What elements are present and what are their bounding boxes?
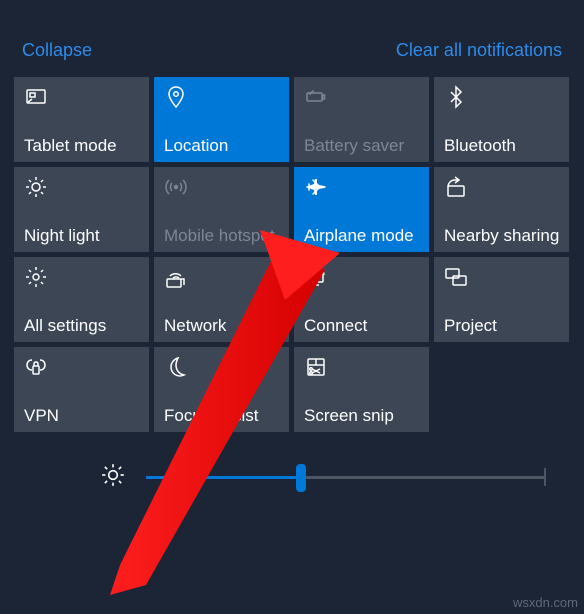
tile-connect[interactable]: Connect bbox=[294, 257, 429, 342]
tile-project[interactable]: Project bbox=[434, 257, 569, 342]
tile-label: Night light bbox=[24, 226, 139, 246]
tile-location[interactable]: Location bbox=[154, 77, 289, 162]
gear-icon bbox=[24, 265, 139, 291]
brightness-icon bbox=[100, 462, 126, 493]
tile-network[interactable]: Network bbox=[154, 257, 289, 342]
tile-night-light[interactable]: Night light bbox=[14, 167, 149, 252]
action-center-header: Collapse Clear all notifications bbox=[0, 0, 584, 77]
project-icon bbox=[444, 265, 559, 291]
tile-label: Screen snip bbox=[304, 406, 419, 426]
tile-label: Focus assist bbox=[164, 406, 279, 426]
tile-label: Location bbox=[164, 136, 279, 156]
tile-bluetooth[interactable]: Bluetooth bbox=[434, 77, 569, 162]
clear-notifications-link[interactable]: Clear all notifications bbox=[396, 40, 562, 61]
tile-label: Airplane mode bbox=[304, 226, 419, 246]
wifi-icon bbox=[164, 265, 279, 291]
brightness-row bbox=[0, 432, 584, 503]
tile-label: Tablet mode bbox=[24, 136, 139, 156]
watermark: wsxdn.com bbox=[513, 595, 578, 610]
battery-icon bbox=[304, 85, 419, 111]
tile-label: Project bbox=[444, 316, 559, 336]
bluetooth-icon bbox=[444, 85, 559, 111]
location-icon bbox=[164, 85, 279, 111]
snip-icon bbox=[304, 355, 419, 381]
brightness-slider-fill bbox=[146, 476, 301, 479]
tile-label: VPN bbox=[24, 406, 139, 426]
brightness-slider[interactable] bbox=[146, 476, 544, 479]
sun-icon bbox=[24, 175, 139, 201]
collapse-link[interactable]: Collapse bbox=[22, 40, 92, 61]
tile-vpn[interactable]: VPN bbox=[14, 347, 149, 432]
hotspot-icon bbox=[164, 175, 279, 201]
tile-nearby-sharing[interactable]: Nearby sharing bbox=[434, 167, 569, 252]
tile-label: Connect bbox=[304, 316, 419, 336]
tile-airplane-mode[interactable]: Airplane mode bbox=[294, 167, 429, 252]
tile-label: Network bbox=[164, 316, 279, 336]
airplane-icon bbox=[304, 175, 419, 201]
brightness-slider-thumb[interactable] bbox=[296, 464, 306, 492]
tile-screen-snip[interactable]: Screen snip bbox=[294, 347, 429, 432]
tile-tablet-mode[interactable]: Tablet mode bbox=[14, 77, 149, 162]
tile-label: Battery saver bbox=[304, 136, 419, 156]
tablet-icon bbox=[24, 85, 139, 111]
share-icon bbox=[444, 175, 559, 201]
vpn-icon bbox=[24, 355, 139, 381]
tile-label: Nearby sharing bbox=[444, 226, 559, 246]
tile-all-settings[interactable]: All settings bbox=[14, 257, 149, 342]
tile-label: All settings bbox=[24, 316, 139, 336]
connect-icon bbox=[304, 265, 419, 291]
moon-icon bbox=[164, 355, 279, 381]
tile-mobile-hotspot[interactable]: Mobile hotspot bbox=[154, 167, 289, 252]
tile-label: Mobile hotspot bbox=[164, 226, 279, 246]
tile-focus-assist[interactable]: Focus assist bbox=[154, 347, 289, 432]
quick-actions-grid: Tablet mode Location Battery saver Bluetoot… bbox=[0, 77, 584, 432]
tile-label: Bluetooth bbox=[444, 136, 559, 156]
tile-battery-saver[interactable]: Battery saver bbox=[294, 77, 429, 162]
brightness-slider-end-tick bbox=[544, 468, 546, 486]
